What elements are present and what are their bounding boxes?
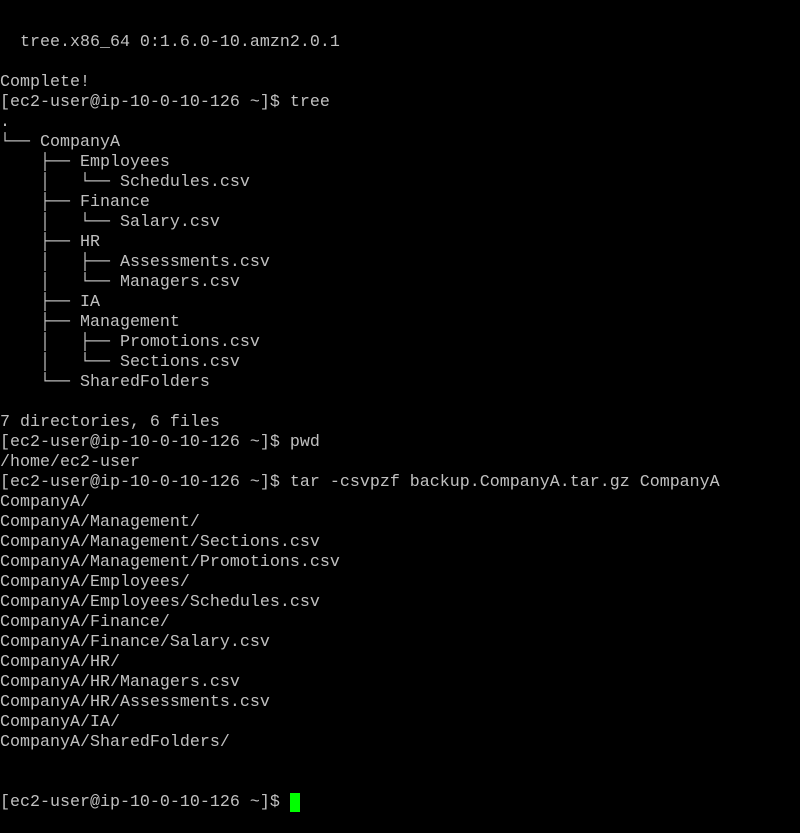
terminal-prompt-line[interactable]: [ec2-user@ip-10-0-10-126 ~]$ [0,793,800,813]
terminal-line: │ └── Salary.csv [0,213,220,232]
terminal-line: ├── Management [0,313,180,332]
terminal-line: │ └── Schedules.csv [0,173,250,192]
terminal-line: 7 directories, 6 files [0,413,220,432]
terminal-line: │ ├── Assessments.csv [0,253,270,272]
cursor [289,793,300,812]
terminal-line: └── SharedFolders [0,373,210,392]
terminal-line: │ ├── Promotions.csv [0,333,260,352]
terminal-line: CompanyA/Management/Sections.csv [0,533,320,552]
terminal-line: ├── Employees [0,153,170,172]
terminal-line: [ec2-user@ip-10-0-10-126 ~]$ tree [0,93,330,112]
terminal-line: ├── IA [0,293,100,312]
terminal-line: CompanyA/HR/Managers.csv [0,673,240,692]
terminal-line: . [0,113,10,132]
terminal-line: [ec2-user@ip-10-0-10-126 ~]$ pwd [0,433,320,452]
terminal-line: ├── HR [0,233,100,252]
terminal-line: ├── Finance [0,193,150,212]
terminal-line: [ec2-user@ip-10-0-10-126 ~]$ tar -csvpzf… [0,473,720,492]
terminal-line: CompanyA/Employees/ [0,573,190,592]
terminal-line: CompanyA/Management/ [0,513,200,532]
terminal-line: └── CompanyA [0,133,120,152]
terminal-line: CompanyA/HR/Assessments.csv [0,693,270,712]
terminal-line: CompanyA/Management/Promotions.csv [0,553,340,572]
terminal-line: /home/ec2-user [0,453,140,472]
terminal-line: CompanyA/SharedFolders/ [0,733,230,752]
terminal-line: Complete! [0,73,90,92]
terminal-output[interactable]: tree.x86_64 0:1.6.0-10.amzn2.0.1 Complete… [0,0,800,833]
terminal-line: CompanyA/IA/ [0,713,120,732]
terminal-line: CompanyA/HR/ [0,653,120,672]
terminal-line: CompanyA/Employees/Schedules.csv [0,593,320,612]
terminal-line: CompanyA/ [0,493,90,512]
terminal-line: CompanyA/Finance/ [0,613,170,632]
terminal-line: │ └── Sections.csv [0,353,240,372]
terminal-line: │ └── Managers.csv [0,273,240,292]
terminal-line: CompanyA/Finance/Salary.csv [0,633,270,652]
prompt-text: [ec2-user@ip-10-0-10-126 ~]$ [0,793,290,812]
terminal-lines: tree.x86_64 0:1.6.0-10.amzn2.0.1 Complete… [0,33,800,753]
terminal-line: tree.x86_64 0:1.6.0-10.amzn2.0.1 [0,33,340,52]
